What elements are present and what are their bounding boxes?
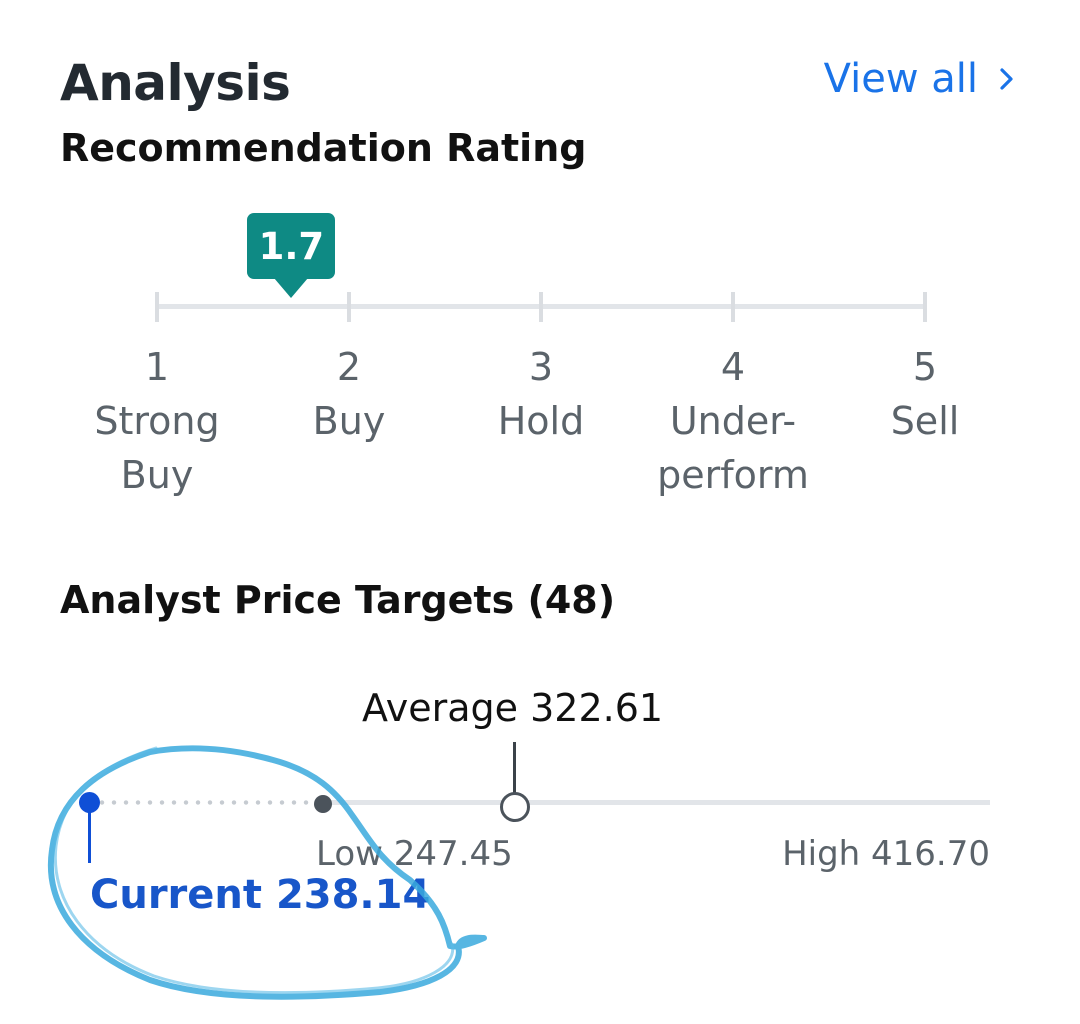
current-price-marker bbox=[79, 792, 100, 813]
rating-label-underperform: 4 Under- perform bbox=[623, 340, 843, 502]
rating-value-badge: 1.7 bbox=[247, 213, 336, 298]
rating-text: Under- bbox=[669, 399, 797, 443]
rating-text: Buy bbox=[120, 453, 194, 497]
current-to-low-dotted-line bbox=[96, 800, 322, 805]
average-marker bbox=[500, 792, 530, 822]
rating-tick bbox=[923, 292, 927, 322]
rating-text: Buy bbox=[312, 399, 386, 443]
rating-number: 2 bbox=[336, 345, 362, 389]
rating-tick bbox=[347, 292, 351, 322]
average-target-label: Average 322.61 bbox=[362, 686, 664, 730]
recommendation-rating-title: Recommendation Rating bbox=[60, 126, 587, 170]
rating-text: perform bbox=[657, 453, 809, 497]
page-title: Analysis bbox=[60, 54, 291, 112]
price-targets-title: Analyst Price Targets (48) bbox=[60, 578, 616, 622]
rating-number: 3 bbox=[528, 345, 554, 389]
chevron-right-icon bbox=[1000, 68, 1013, 90]
high-target-label: High 416.70 bbox=[782, 834, 990, 874]
rating-number: 4 bbox=[720, 345, 746, 389]
rating-label-strong-buy: 1 Strong Buy bbox=[47, 340, 267, 502]
rating-tick bbox=[731, 292, 735, 322]
rating-label-buy: 2 Buy bbox=[239, 340, 459, 448]
rating-number: 1 bbox=[144, 345, 170, 389]
low-target-label: Low 247.45 bbox=[316, 834, 513, 874]
current-price-label: Current 238.14 bbox=[90, 872, 431, 918]
rating-tick bbox=[539, 292, 543, 322]
badge-pointer bbox=[274, 278, 309, 298]
current-marker-stem bbox=[88, 805, 91, 863]
rating-text: Hold bbox=[497, 399, 585, 443]
rating-label-hold: 3 Hold bbox=[431, 340, 651, 448]
rating-value: 1.7 bbox=[258, 224, 325, 268]
rating-text: Sell bbox=[890, 399, 960, 443]
rating-number: 5 bbox=[912, 345, 938, 389]
low-target-marker bbox=[314, 795, 332, 813]
rating-label-sell: 5 Sell bbox=[815, 340, 1035, 448]
rating-tick bbox=[155, 292, 159, 322]
view-all-link[interactable]: View all bbox=[824, 56, 1022, 102]
rating-text: Strong bbox=[94, 399, 220, 443]
view-all-label: View all bbox=[823, 56, 978, 102]
average-marker-stem bbox=[513, 742, 516, 796]
